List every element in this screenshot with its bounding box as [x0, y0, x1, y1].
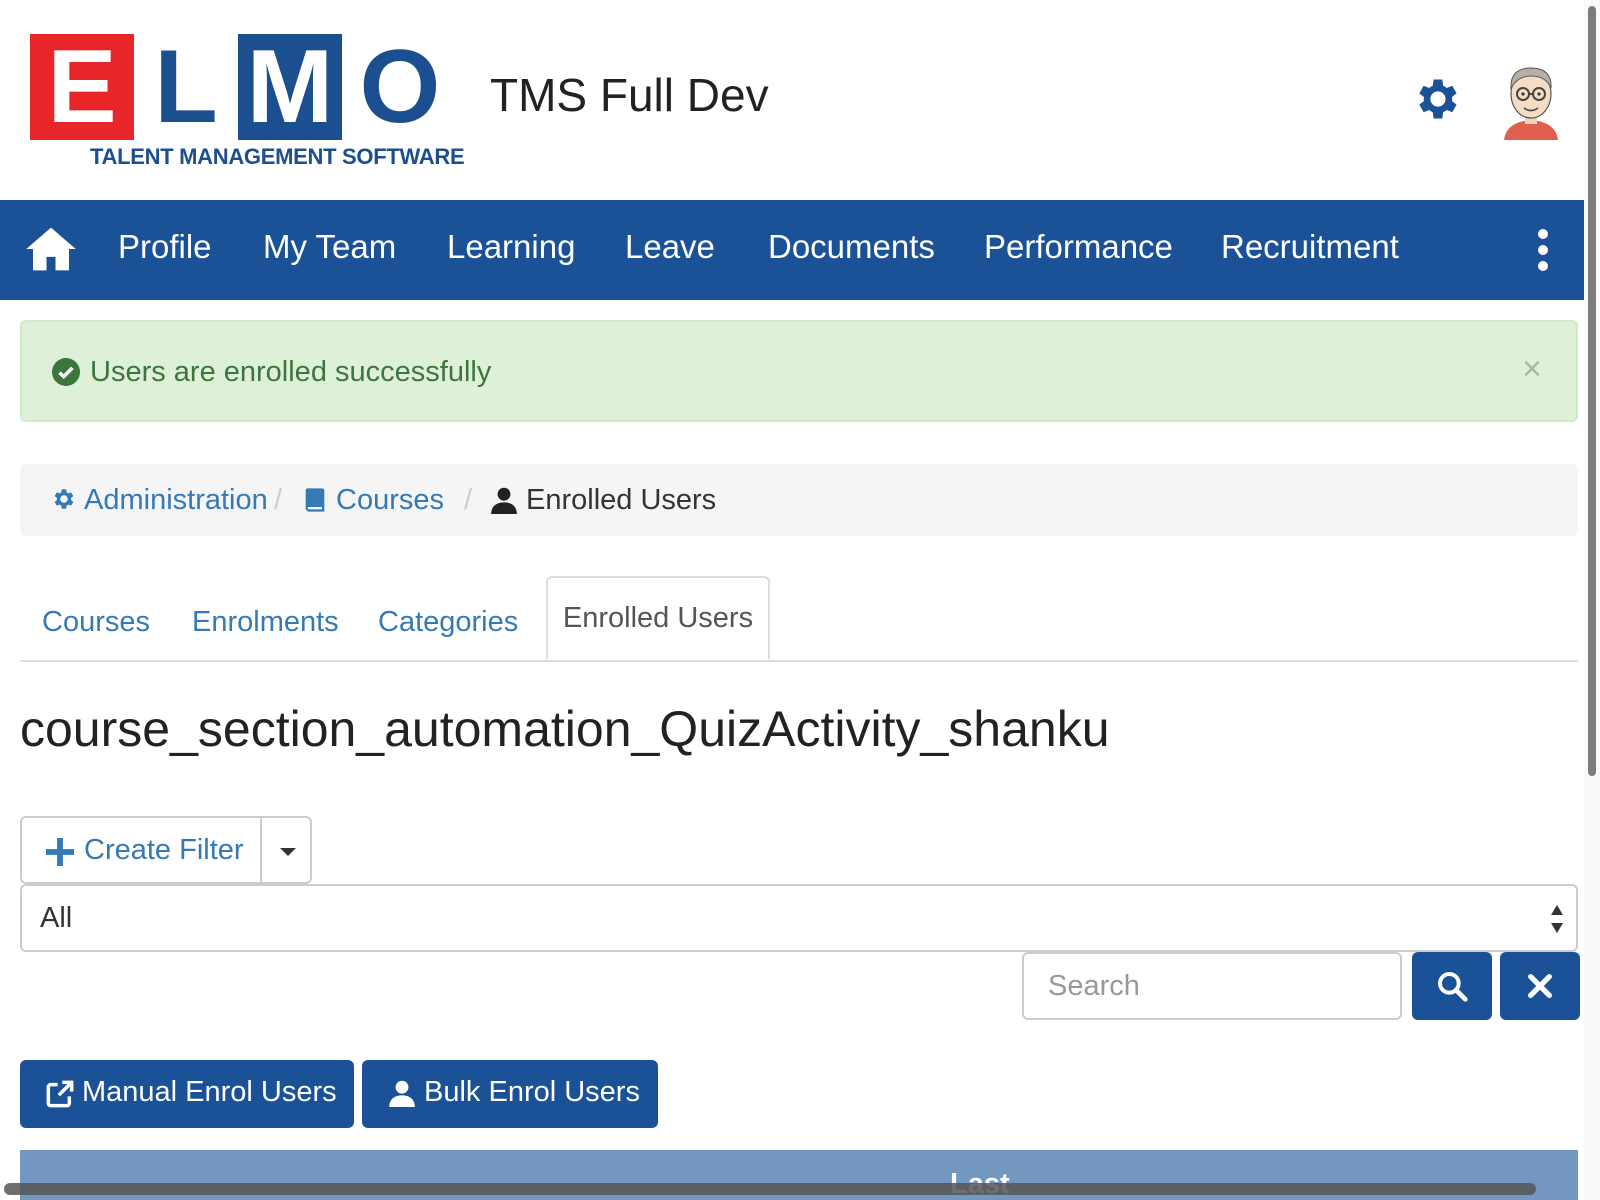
- user-icon: [491, 487, 517, 514]
- search-input[interactable]: [1022, 952, 1402, 1020]
- alert-close-button[interactable]: ×: [1522, 352, 1542, 386]
- elmo-logo[interactable]: E L M O TALENT MANAGEMENT SOFTWARE: [30, 34, 465, 174]
- app-title: TMS Full Dev: [490, 69, 769, 121]
- nav-item-performance[interactable]: Performance: [984, 228, 1173, 266]
- create-filter-button[interactable]: Create Filter: [20, 816, 262, 884]
- manual-enrol-users-label: Manual Enrol Users: [82, 1076, 337, 1108]
- home-icon[interactable]: [24, 222, 78, 276]
- tab-categories[interactable]: Categories: [378, 606, 518, 639]
- vertical-ellipsis-icon[interactable]: [1534, 228, 1552, 272]
- tab-enrolled-users[interactable]: Enrolled Users: [546, 576, 770, 660]
- clear-search-button[interactable]: [1500, 952, 1580, 1020]
- breadcrumb-courses[interactable]: Courses: [336, 484, 444, 517]
- logo-letter-l-box: L: [134, 34, 238, 140]
- nav-item-learning[interactable]: Learning: [447, 228, 575, 266]
- book-icon: [305, 488, 325, 512]
- manual-enrol-users-button[interactable]: Manual Enrol Users: [20, 1060, 354, 1128]
- check-circle-icon: [52, 358, 80, 386]
- tab-bar: Courses Enrolments Categories Enrolled U…: [20, 576, 1578, 662]
- nav-item-profile[interactable]: Profile: [118, 228, 212, 266]
- tab-courses[interactable]: Courses: [42, 606, 150, 639]
- user-icon: [389, 1080, 415, 1107]
- logo-letter-o-box: O: [342, 34, 458, 140]
- external-link-icon: [46, 1080, 74, 1108]
- logo-letter-m-box: M: [238, 34, 342, 140]
- main-nav: Profile My Team Learning Leave Documents…: [0, 200, 1584, 300]
- vertical-scrollbar[interactable]: [1584, 0, 1600, 1200]
- search-icon: [1438, 972, 1468, 1002]
- create-filter-label: Create Filter: [84, 834, 244, 866]
- app-header: E L M O TALENT MANAGEMENT SOFTWARE TMS F…: [0, 0, 1600, 200]
- breadcrumb-administration[interactable]: Administration: [84, 484, 268, 517]
- caret-down-icon: [280, 848, 296, 856]
- breadcrumb-separator: /: [464, 484, 473, 516]
- vertical-scrollbar-thumb[interactable]: [1588, 6, 1596, 776]
- tab-enrolments[interactable]: Enrolments: [192, 606, 339, 639]
- course-title: course_section_automation_QuizActivity_s…: [20, 701, 1110, 757]
- nav-item-leave[interactable]: Leave: [625, 228, 715, 266]
- breadcrumb-enrolled-users: Enrolled Users: [526, 484, 717, 516]
- success-alert: Users are enrolled successfully ×: [20, 320, 1578, 422]
- select-arrows-icon: [1551, 905, 1563, 933]
- nav-item-recruitment[interactable]: Recruitment: [1221, 228, 1399, 266]
- breadcrumb-separator: /: [274, 484, 283, 516]
- breadcrumb: Administration / Courses / Enrolled User…: [20, 464, 1578, 536]
- logo-subtitle: TALENT MANAGEMENT SOFTWARE: [90, 144, 465, 169]
- user-avatar[interactable]: [1496, 58, 1566, 140]
- close-icon: [1528, 974, 1552, 998]
- logo-letter-e: E: [47, 29, 117, 145]
- bulk-enrol-users-button[interactable]: Bulk Enrol Users: [362, 1060, 658, 1128]
- filter-select[interactable]: All: [20, 884, 1578, 952]
- gear-icon[interactable]: [1410, 73, 1462, 125]
- horizontal-scrollbar[interactable]: [4, 1183, 1536, 1195]
- plus-icon: [46, 838, 74, 866]
- nav-item-my-team[interactable]: My Team: [263, 228, 396, 266]
- logo-letter-l: L: [154, 29, 218, 145]
- bulk-enrol-users-label: Bulk Enrol Users: [424, 1076, 640, 1108]
- logo-letter-o: O: [359, 29, 441, 145]
- search-button[interactable]: [1412, 952, 1492, 1020]
- logo-letter-e-box: E: [30, 34, 134, 140]
- create-filter-group: Create Filter: [20, 816, 312, 884]
- gear-icon: [54, 489, 74, 509]
- nav-item-documents[interactable]: Documents: [768, 228, 935, 266]
- alert-message: Users are enrolled successfully: [90, 356, 492, 388]
- filter-dropdown-toggle[interactable]: [260, 816, 312, 884]
- filter-select-value: All: [40, 902, 73, 934]
- logo-letter-m: M: [246, 29, 334, 145]
